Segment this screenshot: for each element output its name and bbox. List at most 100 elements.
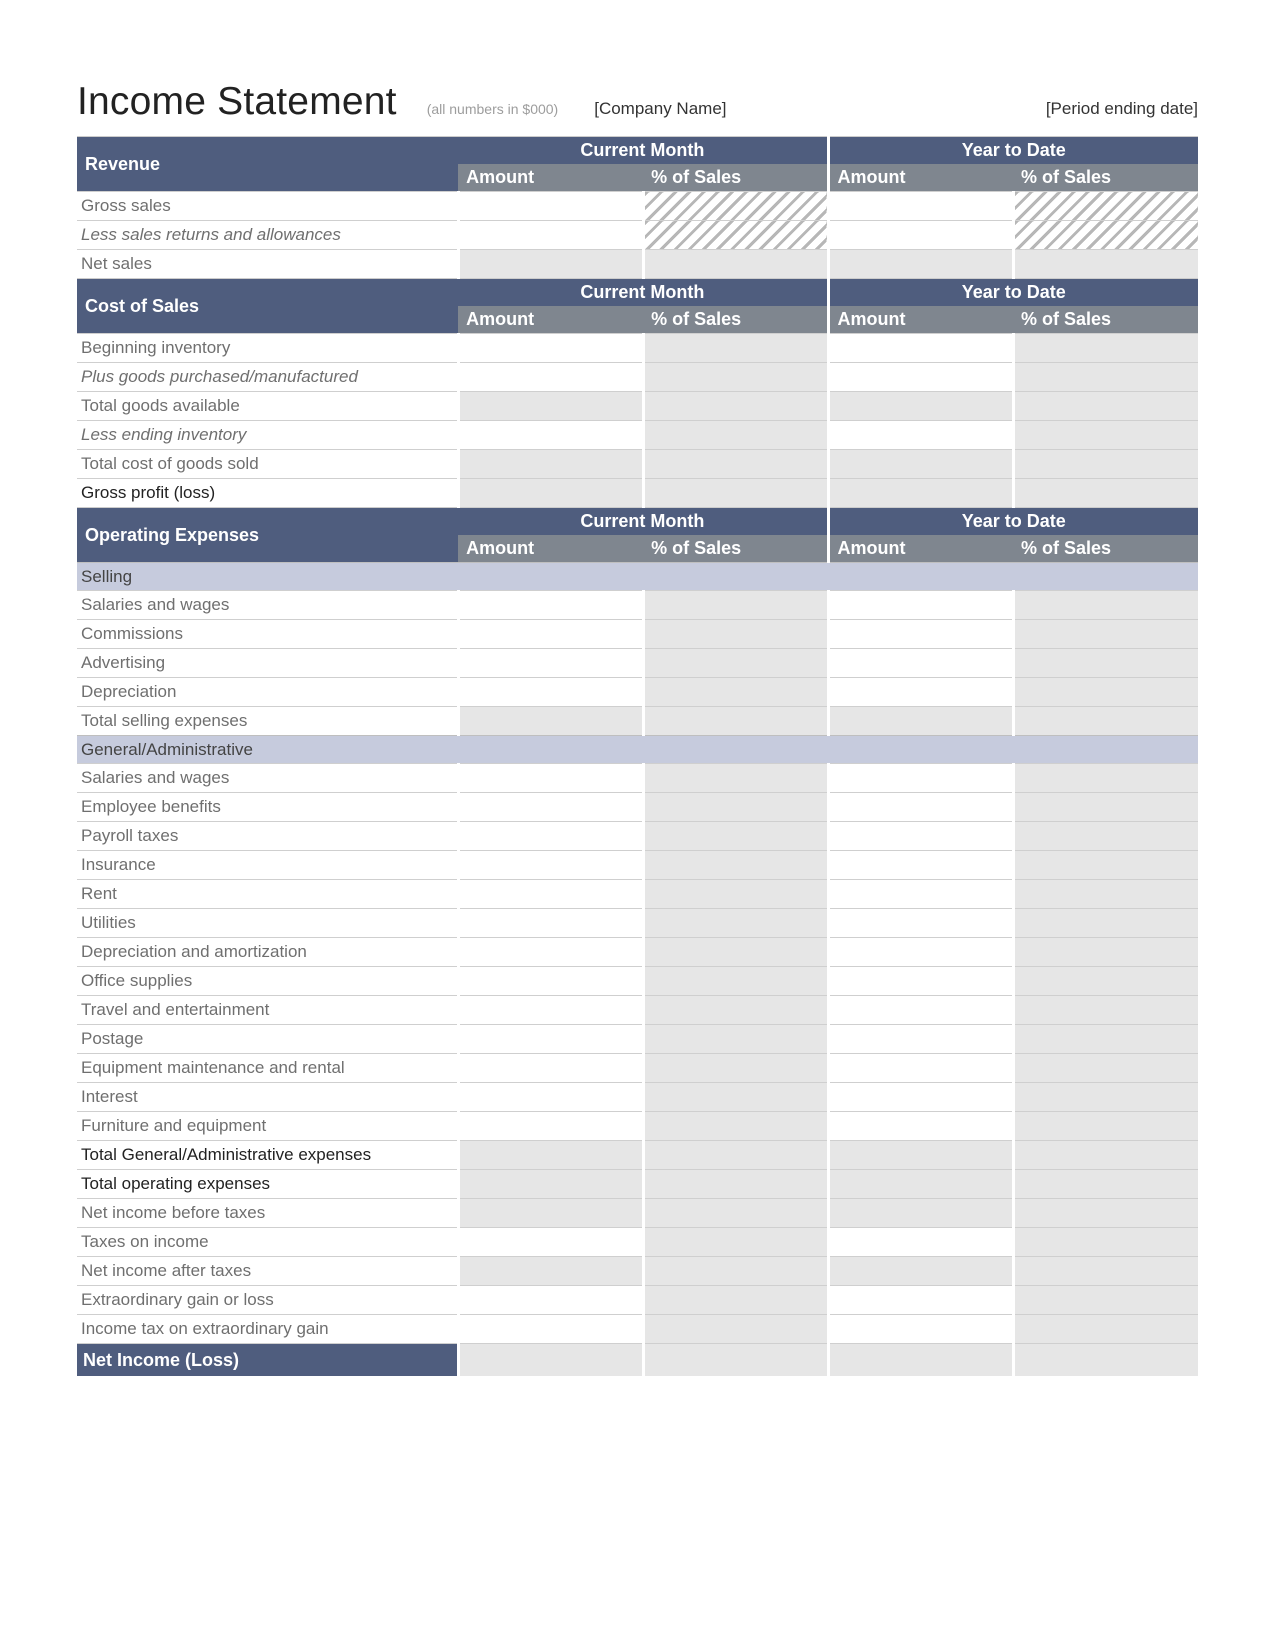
cell-pct-current xyxy=(643,591,828,620)
cell-amount-ytd[interactable] xyxy=(828,1025,1013,1054)
row-commissions: Commissions xyxy=(77,620,1198,649)
cell-pct-ytd xyxy=(1013,334,1198,363)
cell-pct-ytd xyxy=(1013,967,1198,996)
cell-amount-ytd xyxy=(828,450,1013,479)
cell-pct-ytd xyxy=(1013,707,1198,736)
cell-amount-current[interactable] xyxy=(458,1315,643,1344)
cell-amount-current[interactable] xyxy=(458,421,643,450)
cell-amount-ytd[interactable] xyxy=(828,334,1013,363)
cell-pct-current xyxy=(643,479,828,508)
cell-pct-ytd xyxy=(1013,392,1198,421)
cell-amount-ytd[interactable] xyxy=(828,1054,1013,1083)
cell-amount-ytd[interactable] xyxy=(828,620,1013,649)
cell-amount-ytd xyxy=(828,1199,1013,1228)
company-name: [Company Name] xyxy=(594,99,726,119)
cell-amount-current[interactable] xyxy=(458,620,643,649)
cell-amount-current[interactable] xyxy=(458,1228,643,1257)
cell-amount-ytd xyxy=(828,707,1013,736)
cell-pct-ytd xyxy=(1013,649,1198,678)
cell-amount-ytd[interactable] xyxy=(828,649,1013,678)
row-rent: Rent xyxy=(77,880,1198,909)
cell-amount-current xyxy=(458,1257,643,1286)
cell-amount-ytd[interactable] xyxy=(828,880,1013,909)
row-depreciation-amortization: Depreciation and amortization xyxy=(77,938,1198,967)
row-utilities: Utilities xyxy=(77,909,1198,938)
cell-amount-ytd[interactable] xyxy=(828,793,1013,822)
cell-amount-ytd[interactable] xyxy=(828,1315,1013,1344)
row-label: Depreciation and amortization xyxy=(77,938,458,967)
row-label: Interest xyxy=(77,1083,458,1112)
cell-amount-current[interactable] xyxy=(458,851,643,880)
cell-amount-ytd[interactable] xyxy=(828,363,1013,392)
cell-amount-ytd[interactable] xyxy=(828,421,1013,450)
cell-amount-current[interactable] xyxy=(458,1025,643,1054)
cell-amount-current[interactable] xyxy=(458,1083,643,1112)
row-total-operating: Total operating expenses xyxy=(77,1170,1198,1199)
cell-amount-current[interactable] xyxy=(458,967,643,996)
section-header-revenue: Revenue Current Month Year to Date xyxy=(77,137,1198,165)
row-label: Income tax on extraordinary gain xyxy=(77,1315,458,1344)
cell-pct-ytd xyxy=(1013,1199,1198,1228)
cell-amount-ytd[interactable] xyxy=(828,996,1013,1025)
cell-amount-ytd[interactable] xyxy=(828,967,1013,996)
cell-amount-ytd[interactable] xyxy=(828,938,1013,967)
cell-amount-ytd[interactable] xyxy=(828,851,1013,880)
cell-amount-ytd[interactable] xyxy=(828,221,1013,250)
cell-amount-ytd[interactable] xyxy=(828,591,1013,620)
cell-pct-current xyxy=(643,764,828,793)
row-label: Plus goods purchased/manufactured xyxy=(77,363,458,392)
row-less-ending-inventory: Less ending inventory xyxy=(77,421,1198,450)
row-label: Furniture and equipment xyxy=(77,1112,458,1141)
income-statement-table: Revenue Current Month Year to Date Amoun… xyxy=(77,136,1198,1376)
cell-amount-current[interactable] xyxy=(458,938,643,967)
cell-amount-ytd[interactable] xyxy=(828,909,1013,938)
cell-amount-ytd[interactable] xyxy=(828,1286,1013,1315)
row-label: Insurance xyxy=(77,851,458,880)
cell-amount-current[interactable] xyxy=(458,221,643,250)
cell-pct-current xyxy=(643,421,828,450)
section-header-opex: Operating Expenses Current Month Year to… xyxy=(77,508,1198,536)
cell-amount-current[interactable] xyxy=(458,1286,643,1315)
cell-amount-ytd[interactable] xyxy=(828,192,1013,221)
cell-amount-current[interactable] xyxy=(458,591,643,620)
subsection-title: Selling xyxy=(77,563,1198,591)
row-interest: Interest xyxy=(77,1083,1198,1112)
cell-amount-current xyxy=(458,479,643,508)
cell-pct-current xyxy=(643,909,828,938)
column-group-ytd: Year to Date xyxy=(828,279,1198,307)
section-title: Revenue xyxy=(77,137,458,192)
cell-amount-current[interactable] xyxy=(458,363,643,392)
cell-amount-ytd[interactable] xyxy=(828,764,1013,793)
cell-amount-current[interactable] xyxy=(458,1054,643,1083)
row-extraordinary: Extraordinary gain or loss xyxy=(77,1286,1198,1315)
cell-pct-current xyxy=(643,392,828,421)
cell-pct-current xyxy=(643,1228,828,1257)
cell-amount-ytd[interactable] xyxy=(828,1228,1013,1257)
cell-amount-current[interactable] xyxy=(458,1112,643,1141)
cell-amount-current[interactable] xyxy=(458,909,643,938)
cell-pct-ytd xyxy=(1013,1315,1198,1344)
column-group-current: Current Month xyxy=(458,137,828,165)
cell-amount-current[interactable] xyxy=(458,880,643,909)
cell-amount-ytd[interactable] xyxy=(828,1112,1013,1141)
cell-amount-current[interactable] xyxy=(458,793,643,822)
cell-amount-ytd[interactable] xyxy=(828,1083,1013,1112)
cell-amount-current[interactable] xyxy=(458,822,643,851)
cell-amount-current[interactable] xyxy=(458,192,643,221)
cell-amount-current[interactable] xyxy=(458,678,643,707)
cell-amount-ytd[interactable] xyxy=(828,822,1013,851)
row-total-goods: Total goods available xyxy=(77,392,1198,421)
row-label: Total operating expenses xyxy=(77,1170,458,1199)
cell-amount-current[interactable] xyxy=(458,334,643,363)
cell-amount-current[interactable] xyxy=(458,764,643,793)
cell-pct-current xyxy=(643,678,828,707)
cell-amount-current[interactable] xyxy=(458,996,643,1025)
column-amount: Amount xyxy=(828,535,1013,563)
cell-amount-ytd[interactable] xyxy=(828,678,1013,707)
cell-pct-ytd xyxy=(1013,1112,1198,1141)
cell-amount-current[interactable] xyxy=(458,649,643,678)
column-amount: Amount xyxy=(458,535,643,563)
cell-pct-ytd xyxy=(1013,793,1198,822)
row-label: Employee benefits xyxy=(77,793,458,822)
row-label: Payroll taxes xyxy=(77,822,458,851)
